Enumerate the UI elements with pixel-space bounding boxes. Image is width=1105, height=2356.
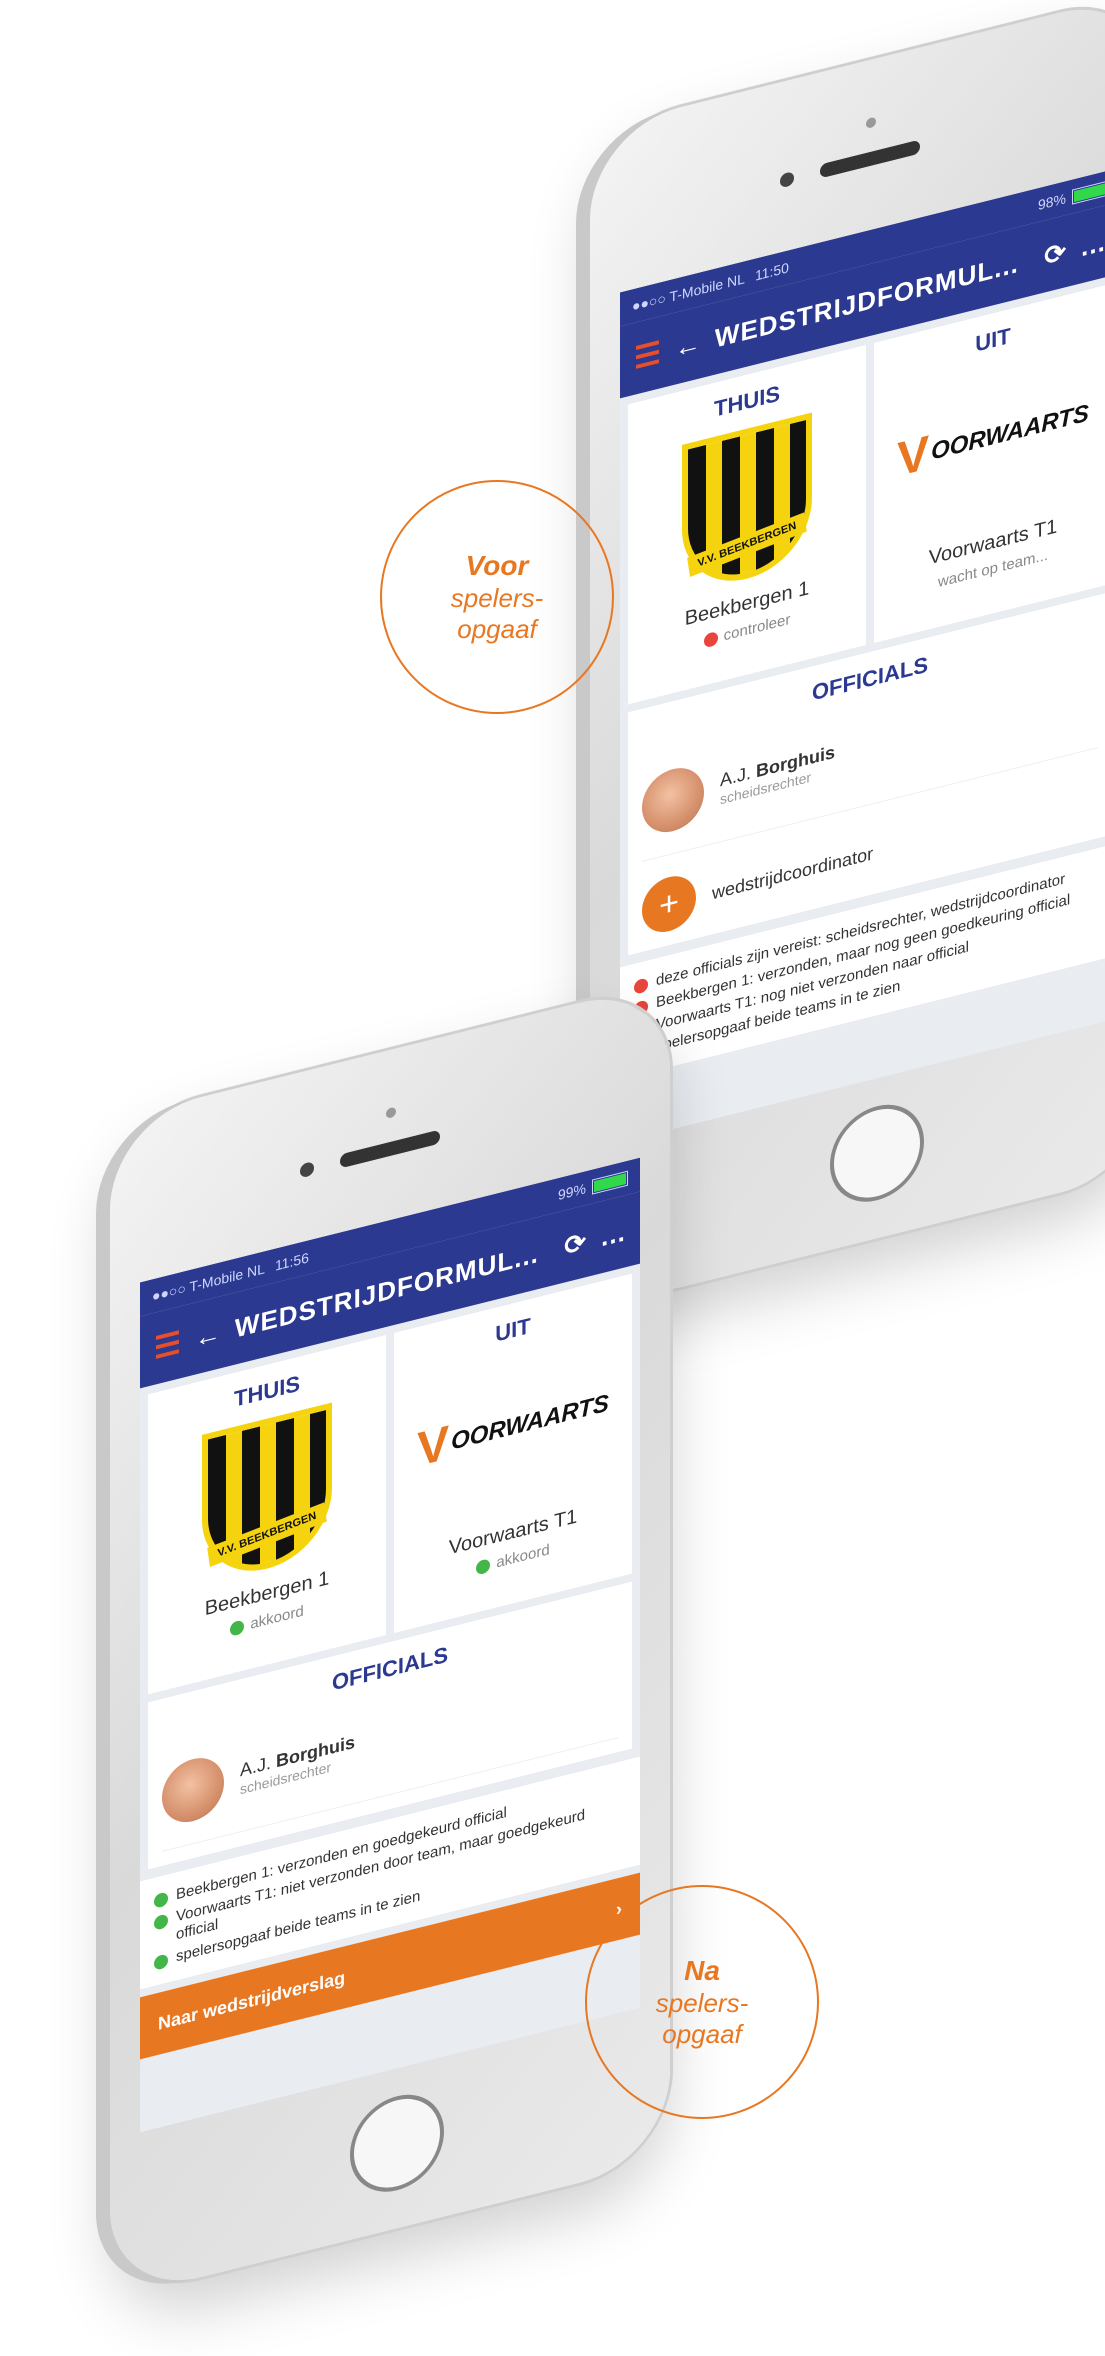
error-dot-icon [634,977,648,995]
voorwaarts-logo-text: OORWAARTS [451,1389,609,1456]
home-team-card[interactable]: THUIS V.V. BEEKBERGEN Beekbergen 1 contr… [628,344,866,705]
check-dot-icon [154,1953,168,1971]
time-label: 11:56 [274,1249,309,1274]
home-label: THUIS [234,1370,300,1412]
voorwaarts-logo-text: OORWAARTS [931,399,1089,466]
away-team-card[interactable]: UIT V OORWAARTS Voorwaarts T1 akkoord [394,1273,632,1634]
proximity-sensor [866,116,876,129]
battery-icon [592,1170,628,1195]
warning-dot-icon [703,630,718,648]
voorwaarts-logo-mark: V [417,1416,450,1478]
battery-percent: 98% [1037,190,1066,214]
home-button[interactable] [830,1094,924,1212]
callout-voor: Voor spelers- opgaaf [380,480,614,714]
check-dot-icon [476,1557,491,1575]
beekbergen-crest-icon: V.V. BEEKBERGEN [682,412,812,595]
hamburger-menu-icon[interactable]: ☰ [154,1325,181,1367]
refresh-icon[interactable]: ⟳ [1044,236,1066,272]
callout-voor-line1: spelers- [450,582,544,613]
avatar [162,1751,224,1829]
time-label: 11:50 [754,259,789,284]
callout-voor-title: Voor [465,550,529,582]
home-label: THUIS [714,380,780,422]
check-dot-icon [230,1618,245,1637]
earpiece-speaker [340,1129,440,1169]
callout-voor-line2: opgaaf [457,613,537,644]
add-official-label: wedstrijdcoordinator [712,842,874,903]
more-options-icon[interactable]: … [1080,226,1105,263]
proximity-sensor [386,1106,396,1119]
hamburger-menu-icon[interactable]: ☰ [634,335,661,377]
callout-na-line1: spelers- [655,1987,749,2018]
battery-icon [1072,180,1105,205]
check-dot-icon [154,1913,168,1931]
screen-bottom: ●●○○ T-Mobile NL 11:56 99% ☰ ← WEDSTRIJD… [140,1157,640,2133]
voorwaarts-logo-mark: V [897,426,930,488]
phone-bottom: ●●○○ T-Mobile NL 11:56 99% ☰ ← WEDSTRIJD… [110,980,670,2300]
check-dot-icon [154,1891,168,1909]
battery-percent: 99% [557,1180,586,1204]
voorwaarts-logo: V OORWAARTS [897,389,1089,488]
more-options-icon[interactable]: … [600,1216,626,1253]
front-camera [300,1160,314,1179]
away-label: UIT [495,1312,531,1347]
callout-na-title: Na [684,1955,720,1987]
back-arrow-icon[interactable]: ← [675,327,701,364]
away-label: UIT [975,322,1011,357]
callout-na-line2: opgaaf [662,2018,742,2049]
home-team-card[interactable]: THUIS V.V. BEEKBERGEN Beekbergen 1 akkoo… [148,1334,386,1695]
home-button[interactable] [350,2084,444,2202]
callout-na: Na spelers- opgaaf [585,1885,819,2119]
away-team-card[interactable]: UIT V OORWAARTS Voorwaarts T1 wacht op t… [874,283,1105,644]
front-camera [780,170,794,189]
beekbergen-crest-icon: V.V. BEEKBERGEN [202,1402,332,1585]
add-official-button[interactable]: + [642,870,696,938]
back-arrow-icon[interactable]: ← [195,1317,221,1354]
screen-top: ●●○○ T-Mobile NL 11:50 98% ☰ ← WEDSTRIJD… [620,167,1105,1143]
voorwaarts-logo: V OORWAARTS [417,1379,609,1478]
avatar [642,761,704,839]
earpiece-speaker [820,139,920,179]
refresh-icon[interactable]: ⟳ [564,1226,586,1262]
